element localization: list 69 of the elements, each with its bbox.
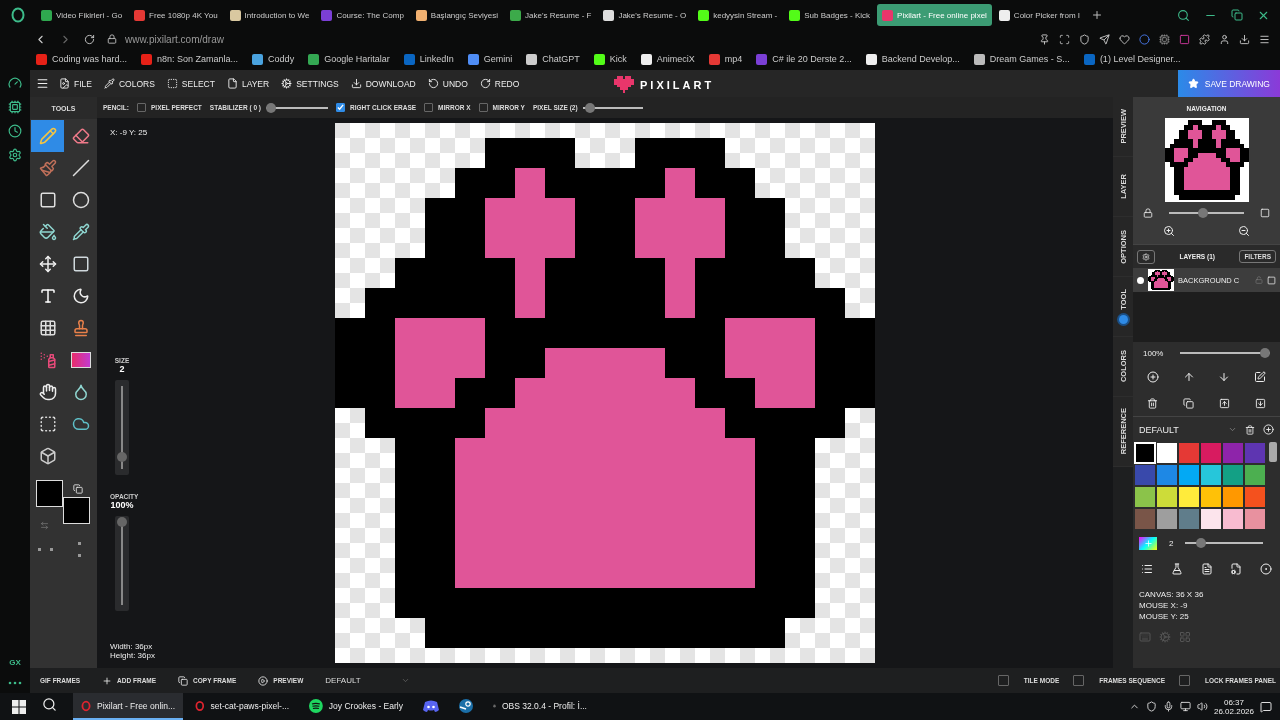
bookmark-link[interactable]: n8n: Son Zamanla... xyxy=(141,53,239,65)
frames-bar-item[interactable]: DEFAULT xyxy=(325,676,410,685)
canvas-info: CANVAS: 36 X 36 xyxy=(1139,590,1205,599)
menu-item[interactable]: FILE xyxy=(53,78,98,89)
tab-title: Introduction to We xyxy=(244,10,310,20)
bookmark-link[interactable]: ChatGPT xyxy=(526,53,580,65)
browser-tab[interactable]: Course: The Comp xyxy=(316,4,409,26)
bookmark-link[interactable]: Coddy xyxy=(252,53,295,65)
layer-opacity: 100% xyxy=(1143,348,1164,358)
tab-title: Jake's Resume - O xyxy=(618,10,687,20)
app-title: set-cat-paws-pixel-... xyxy=(210,700,289,711)
menu-item[interactable]: COLORS xyxy=(97,78,161,89)
app-title: Pixilart - Free onlin... xyxy=(97,700,175,711)
canvas-info: MOUSE Y: 25 xyxy=(1139,612,1190,621)
tab-title: Free 1080p 4K You xyxy=(149,10,218,20)
opacity-value: 100% xyxy=(110,500,134,510)
browser-tab[interactable]: Jake's Resume - F xyxy=(505,4,597,26)
menu-item[interactable]: REDO xyxy=(473,78,526,89)
canvas-dimension: Width: 36px xyxy=(110,642,154,651)
canvas-dimension: Height: 36px xyxy=(110,651,156,660)
browser-tab[interactable]: Free 1080p 4K You xyxy=(129,4,223,26)
save-drawing-button[interactable]: SAVE DRAWING xyxy=(1177,70,1280,97)
bookmark-link[interactable]: Gemini xyxy=(467,53,513,65)
menu-item[interactable]: SETTINGS xyxy=(275,78,345,89)
taskbar-app[interactable]: Pixilart - Free onlin... xyxy=(73,693,183,720)
tab-title: Video Fikirleri - Go xyxy=(56,10,123,20)
app-title: Joy Crookes - Early xyxy=(328,700,403,711)
browser-tab[interactable]: Sub Badges - Kick xyxy=(784,4,876,26)
browser-label: GX xyxy=(9,658,21,667)
clock-time: 06:37 xyxy=(1223,697,1244,707)
size-value: 2 xyxy=(118,364,126,374)
bookmark-link[interactable]: Google Haritalar xyxy=(308,53,390,65)
browser-tab[interactable]: Color Picker from I xyxy=(993,4,1086,26)
clock-date: 26.02.2026 xyxy=(1213,706,1254,716)
browser-tab[interactable]: kedyysin Stream - xyxy=(693,4,783,26)
tab-title: Color Picker from I xyxy=(1013,10,1081,20)
menu-item[interactable]: DOWNLOAD xyxy=(344,78,422,89)
bookmark-link[interactable]: Coding was hard... xyxy=(36,53,128,65)
menu-item[interactable]: SELECT xyxy=(160,78,221,89)
taskbar-app[interactable]: Joy Crookes - Early xyxy=(301,693,411,720)
bookmark-link[interactable]: LinkedIn xyxy=(403,53,454,65)
tab-title: Jake's Resume - F xyxy=(525,10,592,20)
bookmark-link[interactable]: C# ile 20 Derste 2... xyxy=(756,53,852,65)
tab-title: Course: The Comp xyxy=(336,10,404,20)
address-field[interactable]: www.pixilart.com/draw xyxy=(125,33,224,45)
bookmark-link[interactable]: mp4 xyxy=(708,53,743,65)
canvas-info: MOUSE X: -9 xyxy=(1139,601,1189,610)
bookmark-link[interactable]: AnimeciX xyxy=(640,53,695,65)
bookmark-link[interactable]: (1) Level Designer... xyxy=(1083,53,1181,65)
tab-title: Başlangıç Seviyesi xyxy=(430,10,498,20)
tab-title: Sub Badges - Kick xyxy=(804,10,871,20)
browser-tab[interactable]: Başlangıç Seviyesi xyxy=(410,4,503,26)
tab-title: kedyysin Stream - xyxy=(713,10,778,20)
browser-tab[interactable]: Introduction to We xyxy=(224,4,315,26)
app-logo: PIXILART xyxy=(640,78,715,91)
bookmark-link[interactable]: Dream Games - S... xyxy=(973,53,1070,65)
cursor-position: X: -9 Y: 25 xyxy=(110,128,149,137)
palette-name[interactable]: DEFAULT xyxy=(1139,424,1220,435)
brush-size-value: 2 xyxy=(1169,538,1174,548)
menu-item[interactable]: LAYER xyxy=(220,78,276,89)
browser-tab[interactable]: Video Fikirleri - Go xyxy=(36,4,128,26)
taskbar-app[interactable]: OBS 32.0.4 - Profil: İ... xyxy=(485,693,595,720)
menu-item[interactable]: UNDO xyxy=(421,78,474,89)
taskbar-app[interactable]: set-cat-paws-pixel-... xyxy=(187,693,297,720)
bookmark-link[interactable]: Backend Develop... xyxy=(865,53,960,65)
bookmark-link[interactable]: Kick xyxy=(593,53,627,65)
app-title: OBS 32.0.4 - Profil: İ... xyxy=(501,700,587,711)
browser-tab[interactable]: Jake's Resume - O xyxy=(598,4,692,26)
tab-title: Pixilart - Free online pixel xyxy=(897,10,987,20)
